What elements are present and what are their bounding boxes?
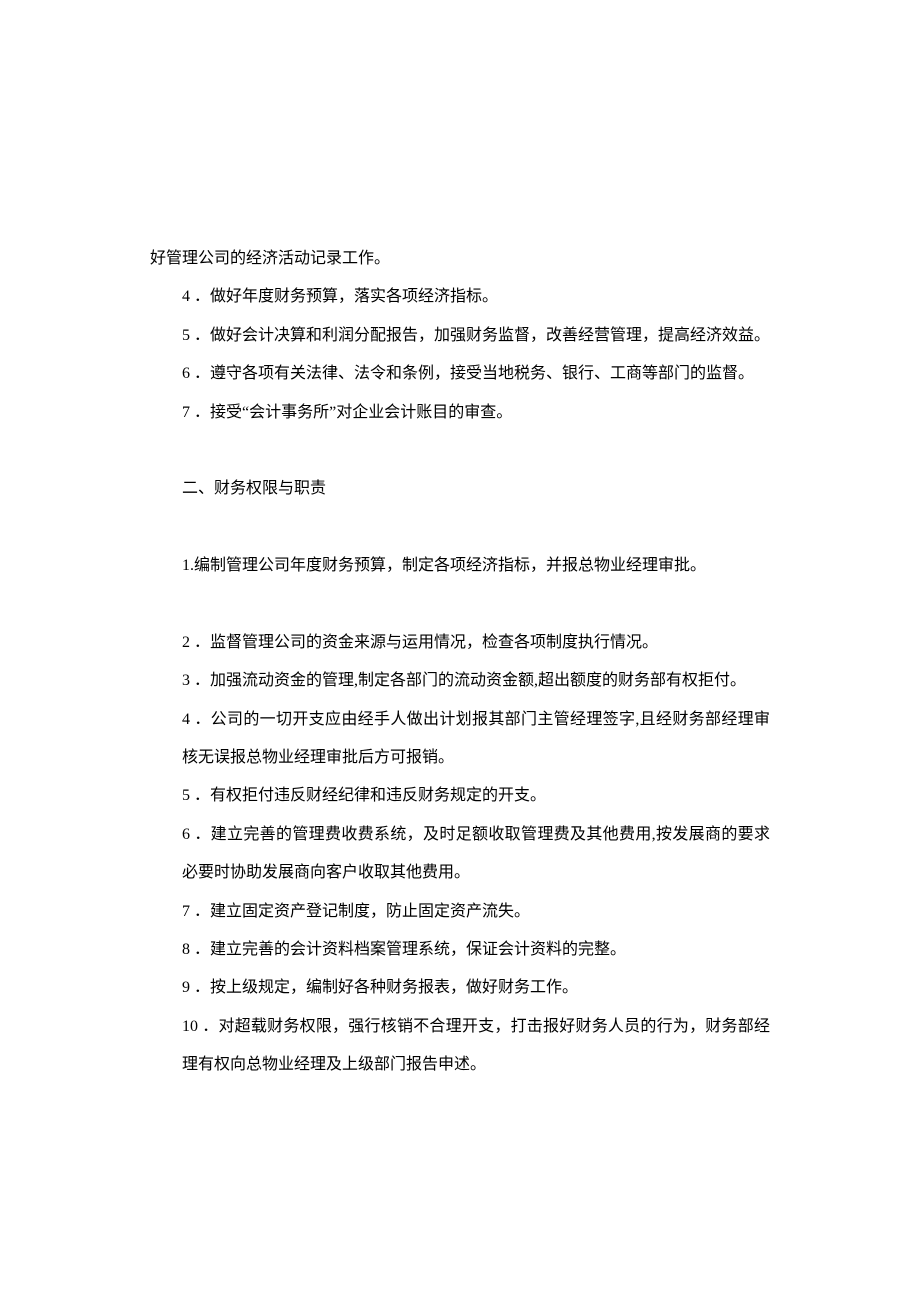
list-item-2-3: 3 ．加强流动资金的管理,制定各部门的流动资金额,超出额度的财务部有权拒付。 (150, 662, 770, 700)
list-item-2-7: 7 ．建立固定资产登记制度，防止固定资产流失。 (150, 893, 770, 931)
paragraph-continuation: 好管理公司的经济活动记录工作。 (150, 240, 770, 278)
document-body: 好管理公司的经济活动记录工作。 4 ．做好年度财务预算，落实各项经济指标。 5 … (150, 240, 770, 1085)
list-item-2-5: 5 ．有权拒付违反财经纪律和违反财务规定的开支。 (150, 777, 770, 815)
list-item-2-9: 9 ．按上级规定，编制好各种财务报表，做好财务工作。 (150, 969, 770, 1007)
section-spacer (150, 509, 770, 547)
section-heading-2: 二、财务权限与职责 (150, 470, 770, 508)
list-item-2-8: 8 ．建立完善的会计资料档案管理系统，保证会计资料的完整。 (150, 931, 770, 969)
section-spacer (150, 432, 770, 470)
list-item-2-6: 6 ．建立完善的管理费收费系统，及时足额收取管理费及其他费用,按发展商的要求必要… (150, 816, 770, 893)
list-item-5: 5 ．做好会计决算和利润分配报告，加强财务监督，改善经营管理，提高经济效益。 (150, 317, 770, 355)
list-item-6: 6 ．遵守各项有关法律、法令和条例，接受当地税务、银行、工商等部门的监督。 (150, 355, 770, 393)
list-item-2-2: 2 ．监督管理公司的资金来源与运用情况，检查各项制度执行情况。 (150, 624, 770, 662)
paragraph-spacer (150, 586, 770, 624)
list-item-7: 7 ．接受“会计事务所”对企业会计账目的审查。 (150, 394, 770, 432)
list-item-4: 4 ．做好年度财务预算，落实各项经济指标。 (150, 278, 770, 316)
list-item-2-10: 10 ．对超载财务权限，强行核销不合理开支，打击报好财务人员的行为，财务部经理有… (150, 1008, 770, 1085)
list-item-2-4: 4 ．公司的一切开支应由经手人做出计划报其部门主管经理签字,且经财务部经理审核无… (150, 701, 770, 778)
list-item-2-1: 1.编制管理公司年度财务预算，制定各项经济指标，并报总物业经理审批。 (150, 547, 770, 585)
